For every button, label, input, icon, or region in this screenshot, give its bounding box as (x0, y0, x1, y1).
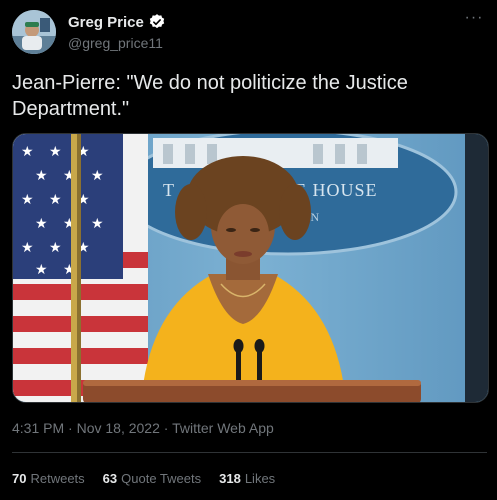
likes-count: 318 (219, 471, 241, 486)
author-avatar[interactable] (12, 10, 56, 54)
svg-text:★: ★ (21, 144, 34, 160)
retweets-label: Retweets (30, 471, 85, 486)
author-handle[interactable]: @greg_price11 (68, 35, 166, 51)
tweet-stats: 70 Retweets 63 Quote Tweets 318 Likes (12, 471, 275, 486)
more-options-icon[interactable]: ··· (463, 10, 485, 30)
tweet-video-frame[interactable]: T E HOUSE GTON ★★★ ★★★ ★★★ ★★★ ★★★ ★★ (12, 133, 489, 403)
svg-text:★: ★ (91, 168, 104, 184)
likes-stat[interactable]: 318 Likes (219, 471, 275, 486)
tweet-date: Nov 18, 2022 (76, 420, 160, 436)
tweet-timestamp[interactable]: 4:31 PM · Nov 18, 2022 · Twitter Web App (12, 420, 274, 436)
verified-badge-icon (148, 13, 166, 31)
svg-text:★: ★ (49, 240, 62, 256)
retweets-stat[interactable]: 70 Retweets (12, 471, 85, 486)
quote-tweets-label: Quote Tweets (121, 471, 202, 486)
flag-graphic: ★ ★ ★ ★ ★ ★ ★ ★ ★ ★ ★ ★ ★ ★ ★ ★ ★ (13, 134, 148, 402)
retweets-count: 70 (12, 471, 27, 486)
svg-text:★: ★ (35, 262, 48, 278)
svg-text:★: ★ (35, 168, 48, 184)
quote-tweets-stat[interactable]: 63 Quote Tweets (103, 471, 201, 486)
meta-separator-2: · (163, 420, 169, 436)
svg-text:★: ★ (21, 240, 34, 256)
svg-text:★: ★ (21, 192, 34, 208)
seal-text-left: T (163, 180, 174, 200)
svg-text:★: ★ (91, 216, 104, 232)
quote-tweets-count: 63 (102, 471, 118, 486)
tweet-header: Greg Price @greg_price11 ··· (12, 10, 487, 56)
meta-separator-1: · (68, 420, 73, 436)
tweet-source[interactable]: Twitter Web App (172, 420, 274, 436)
divider-top (12, 452, 487, 453)
author-block: Greg Price @greg_price11 (68, 13, 166, 51)
likes-label: Likes (244, 471, 276, 486)
tweet-text: Jean-Pierre: "We do not politicize the J… (12, 72, 408, 120)
svg-text:★: ★ (35, 216, 48, 232)
tweet-time: 4:31 PM (12, 420, 65, 436)
svg-text:★: ★ (49, 144, 62, 160)
svg-text:★: ★ (49, 192, 62, 208)
author-display-name[interactable]: Greg Price (68, 14, 144, 31)
